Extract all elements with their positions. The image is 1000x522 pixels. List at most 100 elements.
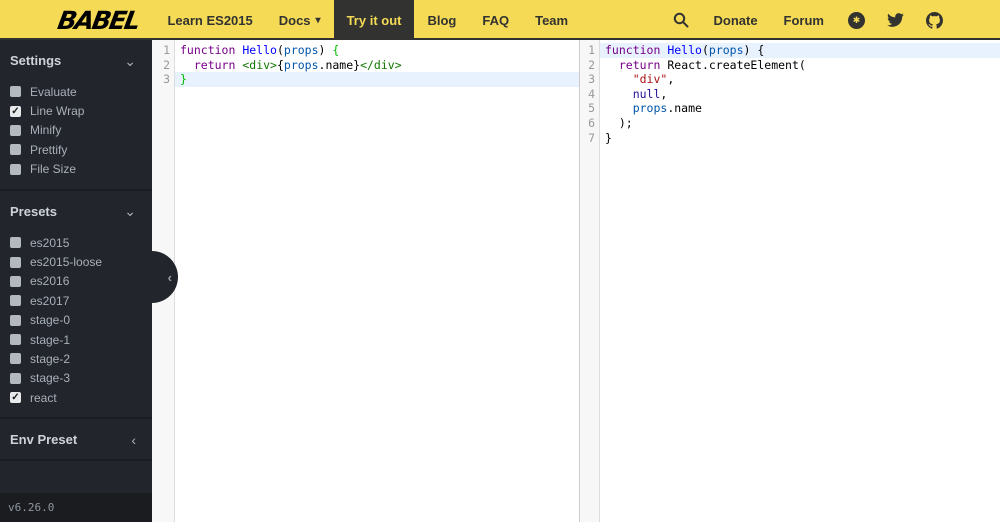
line-number: 6 [588,115,595,130]
line-number: 3 [588,72,595,87]
sidebar-item-stage-3[interactable]: stage-3 [0,369,152,388]
forum-link[interactable]: Forum [771,13,837,28]
code-line[interactable]: ); [605,116,1000,131]
sidebar-item-prettify[interactable]: Prettify [0,140,152,159]
nav-item-docs[interactable]: Docs ▾ [266,0,334,40]
code-token: return [618,57,661,72]
section-presets: Presets ⌄ es2015 es2015-loose es2016 es2017 st… [0,191,152,420]
checkbox-es2015-loose[interactable] [10,256,21,268]
checkbox-es2015[interactable] [10,237,21,249]
sidebar-item-stage-1[interactable]: stage-1 [0,330,152,349]
code-token: { [757,43,765,57]
section-title: Env Preset [10,432,78,448]
checkbox-label: File Size [30,162,77,177]
nav-item-label: Team [535,12,569,28]
checkbox-stage-2[interactable] [10,353,21,365]
checkbox-stage-0[interactable] [10,314,21,326]
line-number: 7 [588,130,595,145]
line-number: 2 [588,57,595,72]
code-token: function [180,43,236,57]
search-icon[interactable] [662,12,700,28]
sidebar-item-minify[interactable]: Minify [0,121,152,140]
input-editor[interactable]: 123 function Hello(props) { return <div>… [152,40,579,522]
checkbox-file-size[interactable] [10,163,21,175]
version-label: v6.26.0 [8,501,55,514]
code-line[interactable]: function Hello(props) { [600,43,1000,58]
checkbox-label: stage-3 [30,371,71,386]
opencollective-icon[interactable]: ✱ [837,11,876,29]
section-header-env-preset[interactable]: Env Preset ‹ [0,419,152,459]
checkbox-label: react [30,390,57,405]
section-env-preset: Env Preset ‹ [0,419,152,462]
sidebar-item-es2015[interactable]: es2015 [0,233,152,252]
checkbox-line-wrap[interactable]: ✓ [10,105,21,117]
sidebar-item-evaluate[interactable]: Evaluate [0,82,152,101]
checkbox-stage-3[interactable] [10,372,21,384]
code-line[interactable]: null, [605,87,1000,102]
donate-link[interactable]: Donate [700,13,770,28]
editors: 123 function Hello(props) { return <div>… [152,40,1000,522]
code-line[interactable]: } [175,72,579,87]
code-token: Hello [242,43,277,57]
code-line[interactable]: return <div>{props.name}</div> [180,58,579,73]
navbar: BABEL Learn ES2015 Docs ▾ Try it out Blog FAQ… [0,0,1000,40]
nav-item-label: Blog [427,12,457,28]
sidebar-collapse-handle[interactable]: ‹ [126,251,178,303]
sidebar-item-line-wrap[interactable]: ✓ Line Wrap [0,101,152,120]
code-line[interactable]: return React.createElement( [605,58,1000,73]
twitter-icon[interactable] [876,13,915,27]
sidebar-item-stage-2[interactable]: stage-2 [0,349,152,368]
code-token: props [708,43,744,57]
nav-item-faq[interactable]: FAQ [469,0,522,40]
babel-logo[interactable]: BABEL [55,6,141,35]
babel-repl-app: BABEL Learn ES2015 Docs ▾ Try it out Blog FAQ… [0,0,1000,522]
output-editor-code[interactable]: function Hello(props) { return React.cre… [600,40,1000,522]
section-items: es2015 es2015-loose es2016 es2017 stage-0 sta… [0,231,152,418]
checkbox-label: es2016 [30,274,70,289]
nav-item-blog[interactable]: Blog [414,0,469,40]
section-header-presets[interactable]: Presets ⌄ [0,191,152,231]
nav-item-learn-es2015[interactable]: Learn ES2015 [154,0,265,40]
sidebar-item-es2017[interactable]: es2017 [0,291,152,310]
checkbox-react[interactable]: ✓ [10,392,21,404]
code-token: "div" [632,72,668,87]
sidebar-item-stage-0[interactable]: stage-0 [0,311,152,330]
checkbox-label: stage-1 [30,332,71,347]
section-header-settings[interactable]: Settings ⌄ [0,40,152,80]
code-token: } [605,130,612,145]
code-token: ( [276,43,284,57]
checkbox-es2017[interactable] [10,295,21,307]
nav-item-label: FAQ [482,12,510,28]
checkbox-label: Evaluate [30,84,77,99]
nav-item-label: Docs [278,12,311,28]
code-token: props [283,43,319,57]
nav-item-try-it-out[interactable]: Try it out [333,0,415,40]
checkbox-evaluate[interactable] [10,86,21,98]
chevron-down-icon: ⌄ [124,203,136,220]
code-token: { [332,43,340,57]
github-icon[interactable] [915,11,954,29]
checkbox-label: es2015-loose [30,255,103,270]
code-line[interactable]: props.name [605,101,1000,116]
code-line[interactable]: function Hello(props) { [180,43,579,58]
checkbox-stage-1[interactable] [10,334,21,346]
line-number: 2 [163,57,170,72]
input-editor-code[interactable]: function Hello(props) { return <div>{pro… [175,40,579,522]
checkbox-prettify[interactable] [10,144,21,156]
sidebar-item-file-size[interactable]: File Size [0,160,152,179]
line-number: 3 [163,72,170,87]
output-editor-gutter: 1234567 [580,40,600,522]
output-editor[interactable]: 1234567 function Hello(props) { return R… [579,40,1000,522]
sidebar-item-react[interactable]: ✓ react [0,388,152,407]
checkbox-minify[interactable] [10,124,21,136]
code-line[interactable]: "div", [605,72,1000,87]
nav-item-team[interactable]: Team [522,0,581,40]
navbar-menu: Learn ES2015 Docs ▾ Try it out Blog FAQ Team [154,0,581,40]
checkbox-es2016[interactable] [10,275,21,287]
line-number: 1 [588,43,595,57]
code-line[interactable]: } [605,131,1000,146]
nav-item-label: Learn ES2015 [167,12,253,28]
opencollective-glyph: ✱ [848,11,865,29]
